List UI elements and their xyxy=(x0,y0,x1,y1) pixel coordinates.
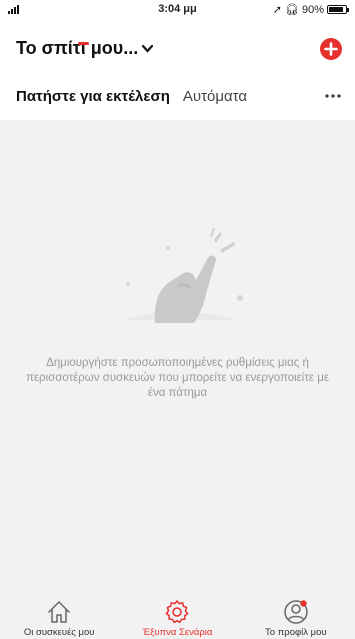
headphones-icon: 🎧︎ xyxy=(285,4,299,16)
active-tab-indicator xyxy=(78,42,89,45)
app-screen: 3:04 μμ ➚ 🎧︎ 90% Το σπίτι μου... Πατήστε… xyxy=(0,0,355,639)
plus-circle-icon xyxy=(324,42,338,56)
battery-icon xyxy=(327,5,349,14)
add-scene-button[interactable] xyxy=(320,38,342,60)
tabbar-label: Οι συσκευές μου xyxy=(23,627,95,638)
status-right: ➚ 🎧︎ 90% xyxy=(272,3,349,16)
header: Το σπίτι μου... Πατήστε για εκτέλεση Αυτ… xyxy=(0,18,355,120)
battery-fill xyxy=(329,7,344,12)
tab-automation[interactable]: Αυτόματα xyxy=(183,88,247,105)
tap-hand-icon xyxy=(120,228,243,333)
home-title: Το σπίτι μου... xyxy=(16,38,139,58)
tabbar-item-profile[interactable]: Το προφίλ μου xyxy=(237,595,355,639)
tabbar-item-devices[interactable]: Οι συσκευές μου xyxy=(0,595,118,639)
home-icon xyxy=(48,601,70,623)
scene-tabs: Πατήστε για εκτέλεση Αυτόματα xyxy=(16,88,247,105)
status-bar: 3:04 μμ ➚ 🎧︎ 90% xyxy=(0,0,355,18)
gear-icon xyxy=(166,600,189,624)
tabbar-label: Έξυπνα Σενάρια xyxy=(142,627,213,638)
more-button[interactable] xyxy=(325,84,341,104)
location-icon: ➚ xyxy=(272,4,282,16)
tabbar-label: Το προφίλ μου xyxy=(265,627,327,638)
tab-tap-to-run[interactable]: Πατήστε για εκτέλεση xyxy=(16,88,170,105)
bottom-tab-bar: Οι συσκευές μου Έξυπνα Σενάρια Το προφίλ… xyxy=(0,595,355,639)
more-horizontal-icon xyxy=(325,94,341,98)
tabbar-item-scenes[interactable]: Έξυπνα Σενάρια xyxy=(118,595,236,639)
empty-state-message: Δημιουργήστε προσωποποιημένες ρυθμίσεις … xyxy=(26,357,329,399)
chevron-down-icon xyxy=(142,44,154,53)
battery-percent: 90% xyxy=(301,3,324,16)
profile-icon xyxy=(284,600,308,624)
